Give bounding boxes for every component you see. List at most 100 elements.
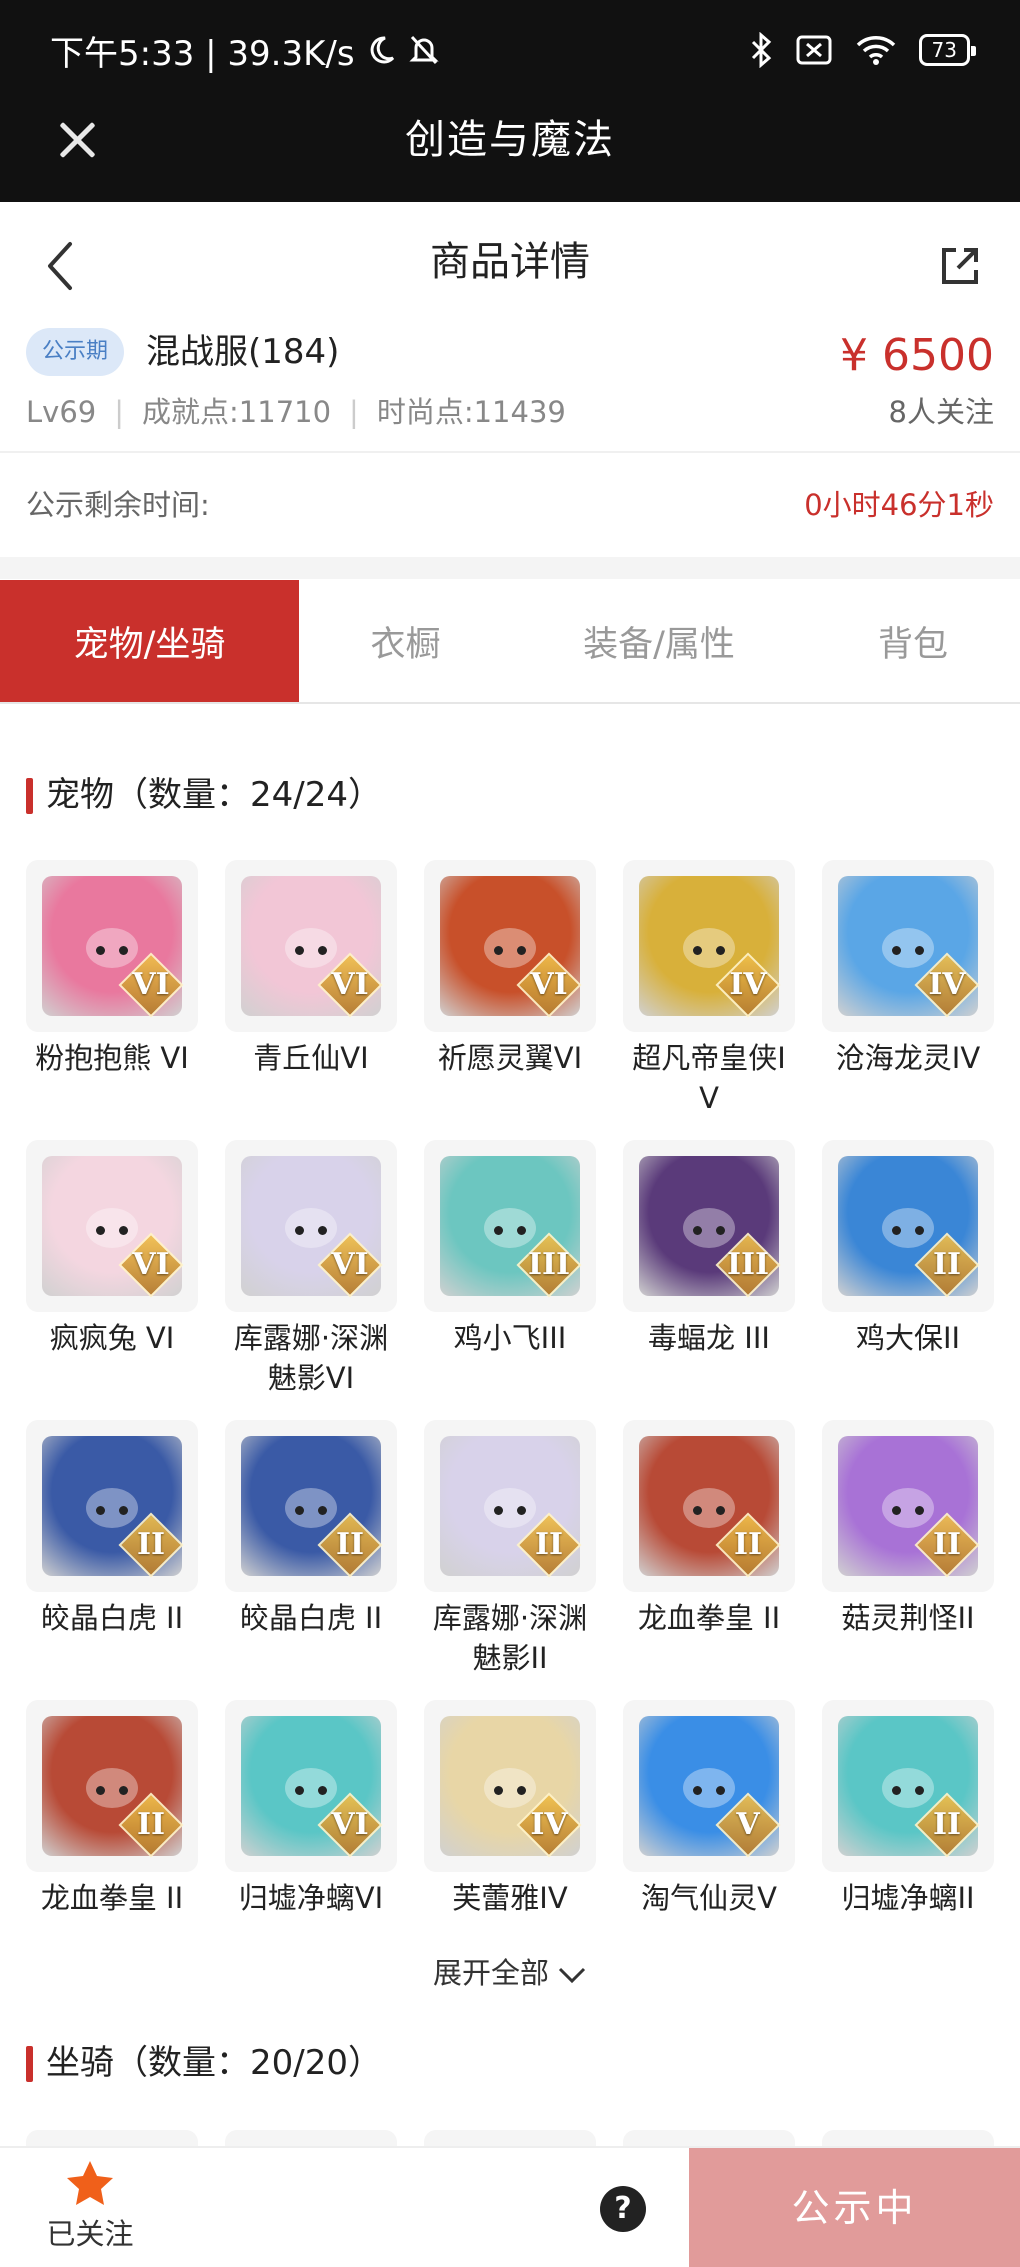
remaining-time-row: 公示剩余时间: 0小时46分1秒 — [0, 455, 1020, 555]
mounts-section-title: 坐骑（数量：20/20） — [26, 2038, 382, 2088]
pet-thumbnail: IV — [822, 860, 994, 1032]
tier-label: II — [534, 1527, 564, 1562]
pet-item[interactable]: VI 库露娜·深渊魅影VI — [225, 1140, 397, 1398]
pet-item[interactable]: V 淘气仙灵V — [623, 1700, 795, 1918]
pet-thumbnail: II — [26, 1420, 198, 1592]
public-status-button[interactable]: 公示中 — [689, 2148, 1020, 2267]
server-name: 混战服(184) — [146, 332, 340, 372]
pet-name: 龙血拳皇 II — [40, 1881, 184, 1915]
follower-count: 8人关注 — [888, 395, 994, 429]
pet-item[interactable]: IV 超凡帝皇侠IV — [623, 860, 795, 1118]
pet-eye — [693, 1226, 702, 1235]
bluetooth-icon — [751, 32, 771, 68]
pet-thumbnail: II — [623, 1420, 795, 1592]
bell-off-icon — [408, 35, 439, 65]
pet-name: 龙血拳皇 II — [637, 1601, 781, 1635]
expand-all-button[interactable]: 展开全部 — [0, 1948, 1020, 1998]
tier-label: VI — [132, 1247, 170, 1282]
pet-thumbnail: VI — [26, 860, 198, 1032]
pet-thumbnail: III — [424, 1140, 596, 1312]
tier-badge-icon: VI — [317, 952, 383, 1018]
status-right: 73 — [749, 32, 977, 68]
pet-item[interactable]: VI 归墟净螭VI — [225, 1700, 397, 1918]
tab-equipment-attributes[interactable]: 装备/属性 — [512, 580, 806, 702]
pet-item[interactable]: II 库露娜·深渊魅影II — [424, 1420, 596, 1678]
price: ¥ 6500 — [840, 330, 994, 381]
pet-name: 库露娜·深渊魅影VI — [233, 1321, 389, 1395]
pet-item[interactable]: II 皎晶白虎 II — [225, 1420, 397, 1638]
pet-thumbnail: II — [822, 1420, 994, 1592]
pet-name: 库露娜·深渊魅影II — [432, 1601, 588, 1675]
page-title: 商品详情 — [430, 239, 590, 285]
tab-wardrobe[interactable]: 衣橱 — [299, 580, 512, 702]
pet-item[interactable]: II 皎晶白虎 II — [26, 1420, 198, 1638]
tier-label: II — [932, 1247, 962, 1282]
app-title: 创造与魔法 — [405, 117, 615, 163]
status-badge: 公示期 — [26, 328, 125, 376]
pet-item[interactable]: VI 粉抱抱熊 VI — [26, 860, 198, 1078]
tier-badge-icon: III — [516, 1232, 582, 1298]
bottom-action-bar: 已关注 ? 公示中 — [0, 2146, 1020, 2267]
pet-item[interactable]: III 毒蝠龙 III — [623, 1140, 795, 1358]
pet-eye — [494, 1506, 503, 1515]
tier-badge-icon: IV — [715, 952, 781, 1018]
pet-eye — [295, 1786, 304, 1795]
pet-eye — [295, 946, 304, 955]
pet-item[interactable]: II 菇灵荆怪II — [822, 1420, 994, 1638]
pet-item[interactable]: VI 疯疯兔 VI — [26, 1140, 198, 1358]
divider: | — [114, 395, 125, 429]
pet-thumbnail: VI — [424, 860, 596, 1032]
tier-badge-icon: VI — [516, 952, 582, 1018]
status-time-speed: 下午5:33 | 39.3K/s — [50, 33, 355, 74]
pet-thumbnail: II — [822, 1700, 994, 1872]
pet-item[interactable]: II 龙血拳皇 II — [623, 1420, 795, 1638]
tab-pets-mounts[interactable]: 宠物/坐骑 — [0, 580, 299, 702]
sim-off-icon — [796, 35, 832, 65]
pet-eye — [295, 1226, 304, 1235]
tier-badge-icon: III — [715, 1232, 781, 1298]
pet-item[interactable]: II 鸡大保II — [822, 1140, 994, 1358]
tier-label: II — [136, 1527, 166, 1562]
pet-item[interactable]: IV 沧海龙灵IV — [822, 860, 994, 1078]
pet-name: 祈愿灵翼VI — [437, 1041, 583, 1075]
pet-eye — [693, 1786, 702, 1795]
pet-thumbnail: VI — [225, 1140, 397, 1312]
star-icon — [67, 2161, 113, 2205]
pet-item[interactable]: II 归墟净螭II — [822, 1700, 994, 1918]
pet-item[interactable]: IV 芙蕾雅IV — [424, 1700, 596, 1918]
tier-badge-icon: IV — [516, 1792, 582, 1858]
pet-item[interactable]: III 鸡小飞III — [424, 1140, 596, 1358]
tab-bar: 宠物/坐骑 衣橱 装备/属性 背包 — [0, 580, 1020, 704]
tier-label: II — [733, 1527, 763, 1562]
tier-badge-icon: IV — [914, 952, 980, 1018]
wifi-icon — [856, 36, 895, 65]
share-button[interactable] — [938, 244, 982, 288]
help-icon[interactable]: ? — [600, 2186, 646, 2232]
tab-backpack[interactable]: 背包 — [806, 580, 1020, 702]
pet-name: 沧海龙灵IV — [835, 1041, 981, 1075]
pet-name: 疯疯兔 VI — [49, 1321, 175, 1355]
pet-eye — [96, 1226, 105, 1235]
pet-item[interactable]: VI 祈愿灵翼VI — [424, 860, 596, 1078]
tier-badge-icon: VI — [317, 1232, 383, 1298]
pet-eye — [494, 946, 503, 955]
tier-label: III — [527, 1247, 571, 1282]
follow-button[interactable]: 已关注 — [30, 2158, 150, 2254]
pet-eye — [892, 1786, 901, 1795]
pet-thumbnail: IV — [623, 860, 795, 1032]
chevron-down-icon — [558, 1967, 586, 1984]
pet-eye — [892, 1506, 901, 1515]
pet-thumbnail: II — [822, 1140, 994, 1312]
tier-label: VI — [331, 967, 369, 1002]
section-divider — [0, 557, 1020, 579]
account-stats: Lv69 | 成就点:11710 | 时尚点:11439 — [26, 388, 566, 436]
tier-label: II — [136, 1807, 166, 1842]
status-bar: 下午5:33 | 39.3K/s 73 — [0, 0, 1020, 100]
pet-item[interactable]: II 龙血拳皇 II — [26, 1700, 198, 1918]
tier-label: VI — [132, 967, 170, 1002]
pet-item[interactable]: VI 青丘仙VI — [225, 860, 397, 1078]
tier-badge-icon: II — [914, 1232, 980, 1298]
pet-thumbnail: II — [225, 1420, 397, 1592]
pet-eye — [693, 1506, 702, 1515]
tier-label: IV — [928, 967, 966, 1002]
